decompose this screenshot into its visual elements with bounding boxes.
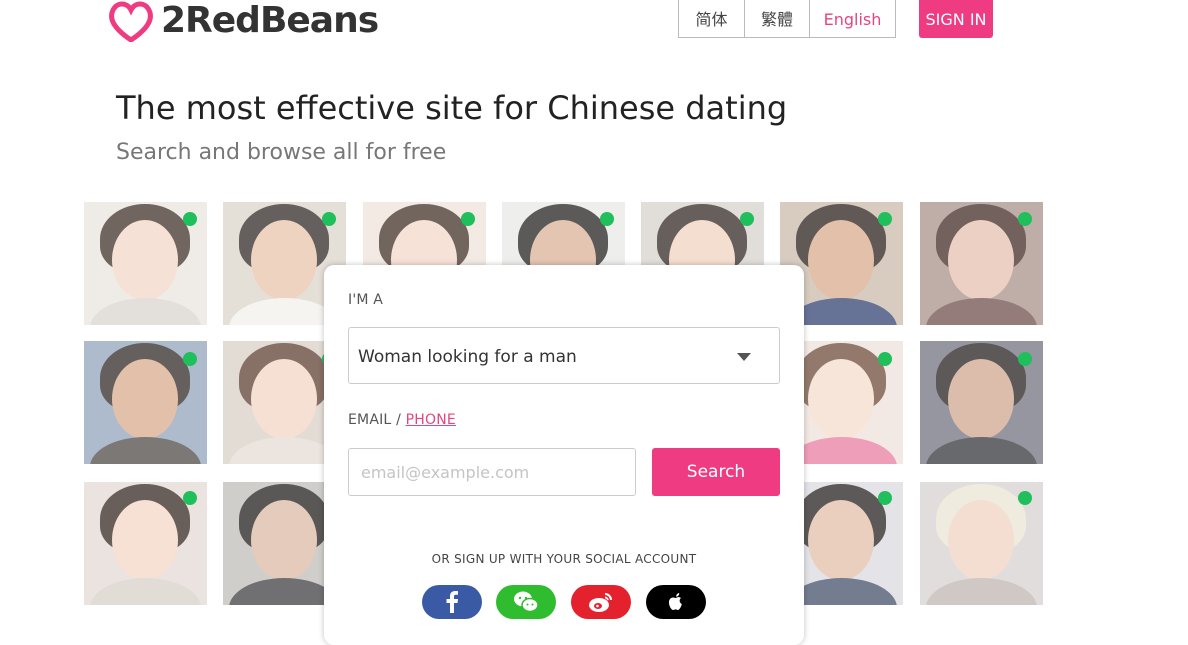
heart-logo-icon: [109, 1, 153, 42]
online-indicator: [878, 352, 892, 366]
facebook-button[interactable]: [422, 585, 482, 619]
language-traditional-button[interactable]: 繁體: [744, 0, 809, 38]
email-input[interactable]: [348, 448, 636, 496]
email-phone-label: EMAIL / PHONE: [348, 412, 456, 428]
seeking-select-value: Woman looking for a man: [358, 347, 577, 367]
logo[interactable]: 2RedBeans: [107, 0, 379, 42]
online-indicator: [1018, 491, 1032, 505]
online-indicator: [740, 212, 754, 226]
online-indicator: [878, 212, 892, 226]
weibo-button[interactable]: [571, 585, 631, 619]
page-subtitle: Search and browse all for free: [116, 140, 447, 165]
online-indicator: [183, 352, 197, 366]
online-indicator: [322, 212, 336, 226]
wechat-button[interactable]: [496, 585, 556, 619]
seeking-select[interactable]: Woman looking for a man: [348, 327, 780, 384]
wechat-icon: [514, 591, 539, 613]
apple-button[interactable]: [646, 585, 706, 619]
language-english-button[interactable]: English: [809, 0, 895, 38]
search-button[interactable]: Search: [652, 448, 780, 496]
signup-card: I'M A Woman looking for a man EMAIL / PH…: [324, 265, 804, 645]
social-signup-label: OR SIGN UP WITH YOUR SOCIAL ACCOUNT: [431, 552, 697, 566]
online-indicator: [461, 212, 475, 226]
email-label: EMAIL /: [348, 412, 401, 428]
online-indicator: [1018, 352, 1032, 366]
online-indicator: [1018, 212, 1032, 226]
facebook-icon: [446, 591, 458, 613]
weibo-icon: [589, 593, 612, 612]
sign-in-button[interactable]: SIGN IN: [919, 0, 993, 38]
online-indicator: [183, 212, 197, 226]
logo-text: 2RedBeans: [161, 0, 379, 41]
language-simplified-button[interactable]: 简体: [679, 0, 744, 38]
apple-icon: [668, 593, 682, 611]
online-indicator: [183, 491, 197, 505]
online-indicator: [878, 491, 892, 505]
iam-label: I'M A: [348, 292, 384, 308]
language-switcher: 简体 繁體 English: [678, 0, 896, 38]
phone-link[interactable]: PHONE: [406, 412, 456, 428]
page-title: The most effective site for Chinese dati…: [116, 89, 788, 127]
online-indicator: [600, 212, 614, 226]
chevron-down-icon: [737, 353, 751, 361]
